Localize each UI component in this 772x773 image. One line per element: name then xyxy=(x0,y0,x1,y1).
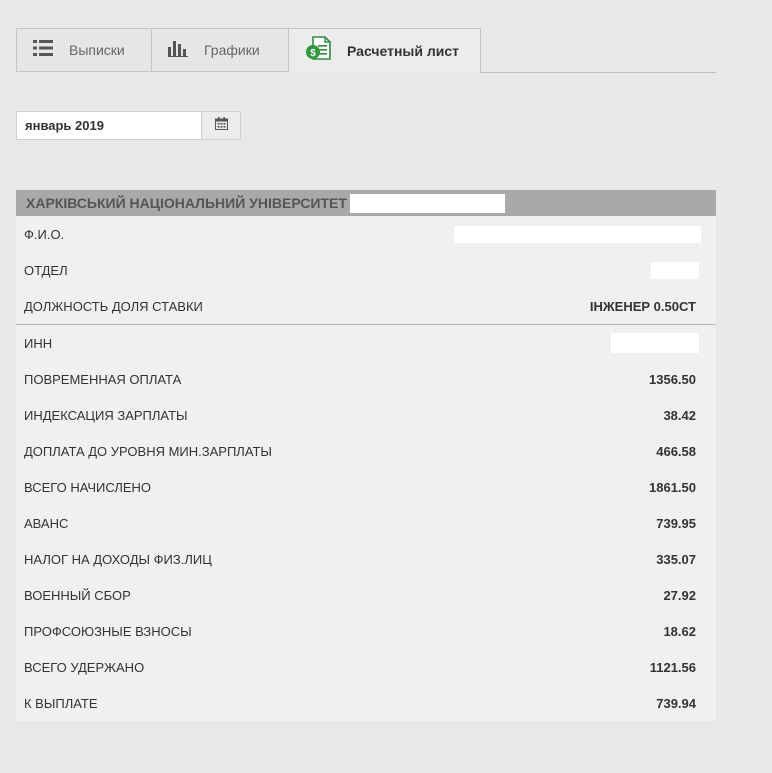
pay-row: НАЛОГ НА ДОХОДЫ ФИЗ.ЛИЦ 335.07 xyxy=(16,541,716,577)
row-label: ВСЕГО НАЧИСЛЕНО xyxy=(24,479,152,495)
pay-row: ДОПЛАТА ДО УРОВНЯ МИН.ЗАРПЛАТЫ 466.58 xyxy=(16,433,716,469)
tab-statements-label: Выписки xyxy=(69,42,125,58)
organization-header: ХАРКІВСЬКИЙ НАЦІОНАЛЬНИЙ УНІВЕРСИТЕТ xyxy=(16,190,716,216)
row-value: 335.07 xyxy=(656,551,696,567)
row-label: Ф.И.О. xyxy=(24,226,65,242)
pay-row: ВСЕГО УДЕРЖАНО 1121.56 xyxy=(16,649,716,685)
row-label: К ВЫПЛАТЕ xyxy=(24,695,98,711)
pay-row: ПРОФСОЮЗНЫЕ ВЗНОСЫ 18.62 xyxy=(16,613,716,649)
tab-bar: Выписки Графики $ Расчетный лист xyxy=(16,28,716,73)
tab-payslip-label: Расчетный лист xyxy=(347,42,459,59)
row-label: ИНДЕКСАЦИЯ ЗАРПЛАТЫ xyxy=(24,407,188,423)
month-picker xyxy=(16,111,241,140)
row-label: АВАНС xyxy=(24,515,69,531)
row-label: ИНН xyxy=(24,335,53,351)
row-value: 38.42 xyxy=(663,407,696,423)
pay-row: ВОЕННЫЙ СБОР 27.92 xyxy=(16,577,716,613)
redacted-value xyxy=(454,225,701,243)
calendar-button[interactable] xyxy=(201,111,241,140)
row-value: ІНЖЕНЕР 0.50СТ xyxy=(589,298,696,314)
calendar-icon xyxy=(214,116,228,135)
row-value: 27.92 xyxy=(663,587,696,603)
info-row-full-name: Ф.И.О. xyxy=(16,216,716,252)
row-value: 1861.50 xyxy=(649,479,696,495)
row-label: ДОЛЖНОСТЬ ДОЛЯ СТАВКИ xyxy=(24,298,203,314)
bar-chart-icon xyxy=(168,39,188,62)
info-row-department: ОТДЕЛ xyxy=(16,252,716,288)
pay-row: ИНДЕКСАЦИЯ ЗАРПЛАТЫ 38.42 xyxy=(16,397,716,433)
row-label: ОТДЕЛ xyxy=(24,262,68,278)
tab-charts-label: Графики xyxy=(204,42,260,58)
pay-row: ПОВРЕМЕННАЯ ОПЛАТА 1356.50 xyxy=(16,361,716,397)
row-label: ПРОФСОЮЗНЫЕ ВЗНОСЫ xyxy=(24,623,192,639)
row-value: 1121.56 xyxy=(649,659,696,675)
row-label: НАЛОГ НА ДОХОДЫ ФИЗ.ЛИЦ xyxy=(24,551,212,567)
row-label: ПОВРЕМЕННАЯ ОПЛАТА xyxy=(24,371,182,387)
pay-row: ВСЕГО НАЧИСЛЕНО 1861.50 xyxy=(16,469,716,505)
row-value: 739.94 xyxy=(656,695,696,711)
tab-statements[interactable]: Выписки xyxy=(16,28,152,72)
pay-row: АВАНС 739.95 xyxy=(16,505,716,541)
pay-row-total-payable: К ВЫПЛАТЕ 739.94 xyxy=(16,685,716,721)
payslip-money-icon: $ xyxy=(305,36,331,65)
info-row-position: ДОЛЖНОСТЬ ДОЛЯ СТАВКИ ІНЖЕНЕР 0.50СТ xyxy=(16,288,716,324)
row-label: ДОПЛАТА ДО УРОВНЯ МИН.ЗАРПЛАТЫ xyxy=(24,443,272,459)
pay-row-inn: ИНН xyxy=(16,324,716,361)
list-icon xyxy=(33,39,53,62)
redacted-value xyxy=(611,333,699,353)
organization-name: ХАРКІВСЬКИЙ НАЦІОНАЛЬНИЙ УНІВЕРСИТЕТ xyxy=(26,195,347,211)
month-input[interactable] xyxy=(16,111,202,140)
row-value: 739.95 xyxy=(656,515,696,531)
row-value: 18.62 xyxy=(663,623,696,639)
redacted-value xyxy=(651,261,699,279)
tab-bar-baseline xyxy=(480,72,716,73)
svg-text:$: $ xyxy=(310,48,316,59)
row-label: ВОЕННЫЙ СБОР xyxy=(24,587,131,603)
payslip-sheet: ХАРКІВСЬКИЙ НАЦІОНАЛЬНИЙ УНІВЕРСИТЕТ Ф.И… xyxy=(16,190,716,721)
row-value: 1356.50 xyxy=(649,371,696,387)
row-value: 466.58 xyxy=(656,443,696,459)
row-label: ВСЕГО УДЕРЖАНО xyxy=(24,659,145,675)
redacted-block xyxy=(349,193,505,213)
tab-charts[interactable]: Графики xyxy=(151,28,289,72)
tab-payslip[interactable]: $ Расчетный лист xyxy=(288,28,481,73)
